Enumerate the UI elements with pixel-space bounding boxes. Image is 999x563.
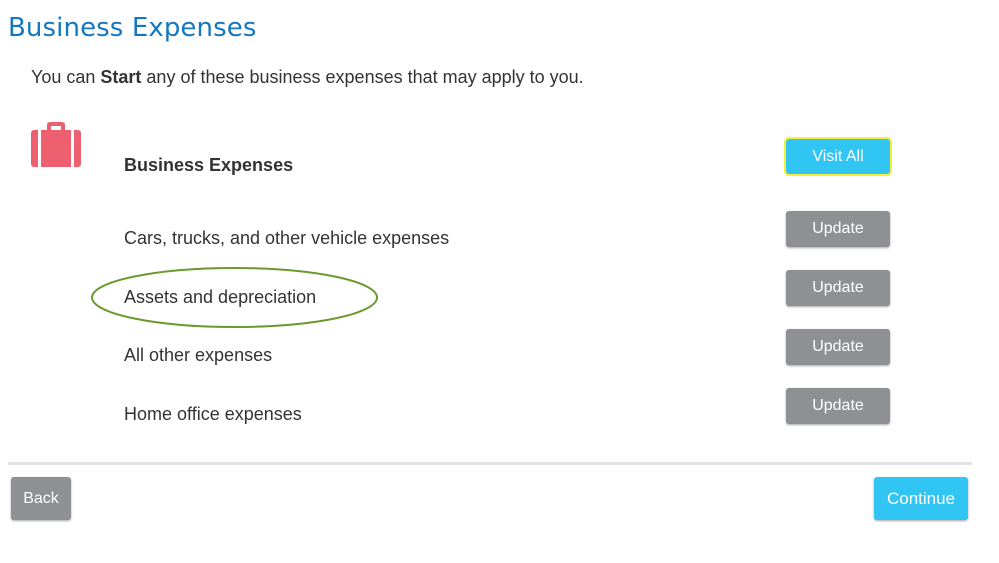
update-button-home-office[interactable]: Update bbox=[786, 388, 890, 424]
page-title: Business Expenses bbox=[8, 13, 257, 43]
section-heading: Business Expenses bbox=[124, 155, 294, 175]
row-label-other-expenses: All other expenses bbox=[124, 345, 273, 365]
briefcase-icon bbox=[31, 122, 81, 167]
intro-suffix: any of these business expenses that may … bbox=[141, 67, 584, 87]
row-label-vehicle-expenses: Cars, trucks, and other vehicle expenses bbox=[124, 228, 450, 248]
row-label-home-office: Home office expenses bbox=[124, 404, 302, 424]
visit-all-button[interactable]: Visit All bbox=[784, 137, 892, 176]
update-button-other-expenses[interactable]: Update bbox=[786, 329, 890, 365]
update-button-assets-depreciation[interactable]: Update bbox=[786, 270, 890, 306]
divider bbox=[8, 462, 972, 465]
intro-text: You can Start any of these business expe… bbox=[31, 67, 584, 88]
row-label-assets-depreciation: Assets and depreciation bbox=[124, 287, 317, 307]
intro-prefix: You can bbox=[31, 67, 101, 87]
intro-emphasis: Start bbox=[100, 67, 142, 87]
continue-button[interactable]: Continue bbox=[874, 477, 968, 520]
back-button[interactable]: Back bbox=[11, 477, 71, 520]
update-button-vehicle-expenses[interactable]: Update bbox=[786, 211, 890, 247]
